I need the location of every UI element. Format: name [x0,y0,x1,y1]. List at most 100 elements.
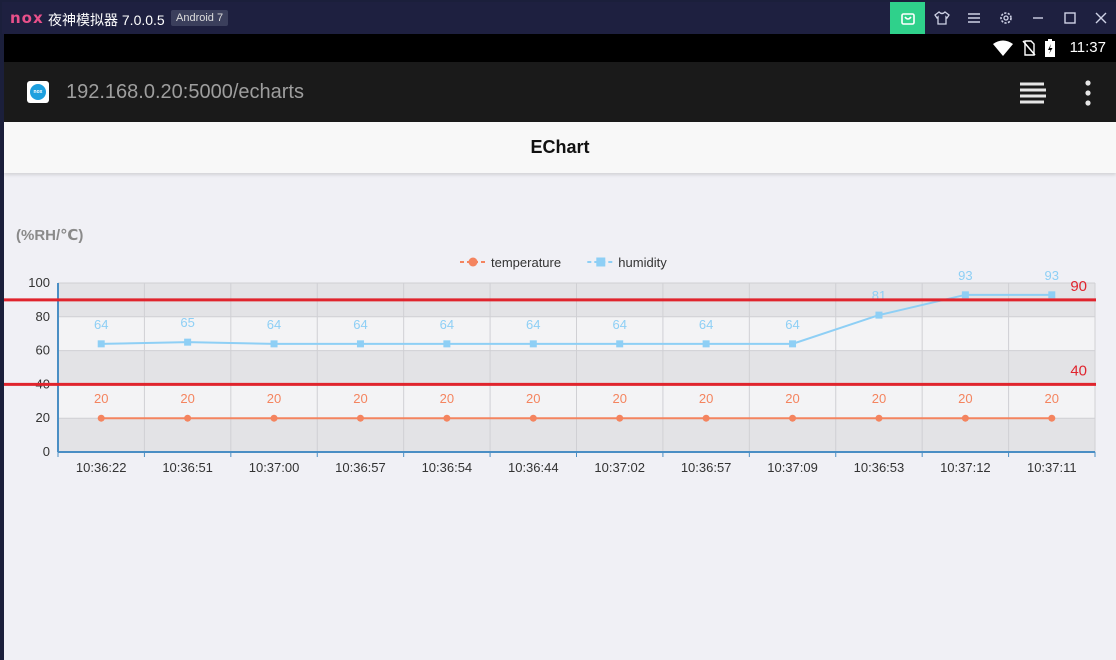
data-point-humidity [529,340,537,348]
nox-logo: nox [10,9,44,27]
shop-button[interactable] [890,2,925,34]
no-sim-icon [1022,40,1036,56]
data-point-humidity [1048,291,1056,299]
y-tick-label: 20 [36,410,50,425]
data-point-humidity [702,340,710,348]
data-point-humidity [789,340,797,348]
data-label-temperature: 20 [353,391,367,406]
data-point-humidity [97,340,105,348]
theme-button[interactable] [925,2,959,34]
close-icon [1095,12,1107,24]
legend-marker [468,257,478,267]
settings-button[interactable] [989,2,1023,34]
legend-label: temperature [491,255,561,270]
x-tick-label: 10:37:12 [940,460,991,475]
data-label-temperature: 20 [526,391,540,406]
y-tick-label: 0 [43,444,50,459]
data-label-humidity: 93 [958,268,972,283]
data-label-humidity: 93 [1045,268,1059,283]
menu-button[interactable] [957,2,991,34]
data-label-temperature: 20 [180,391,194,406]
data-point-temperature [616,414,624,422]
address-bar[interactable]: 192.168.0.20:5000/echarts [66,81,304,104]
data-label-humidity: 64 [94,317,108,332]
threshold-label: 40 [1070,362,1087,379]
data-label-temperature: 20 [958,391,972,406]
x-tick-label: 10:36:57 [681,460,732,475]
data-label-temperature: 20 [612,391,626,406]
data-label-humidity: 64 [785,317,799,332]
emulator-title-bar: nox 夜神模拟器 7.0.0.5 Android 7 [2,2,1116,34]
shirt-icon [934,11,950,25]
data-label-humidity: 64 [267,317,281,332]
data-label-temperature: 20 [94,391,108,406]
line-chart: 0 20 40 60 80 100 (%RH/℃) 10:36:22 10:36:51 10:37… [4,227,1096,475]
data-point-temperature [961,414,969,422]
legend-marker [596,257,606,267]
web-page: EChart 0 20 40 60 80 100 (%RH/℃) 10:36:22 10:36:… [4,122,1116,660]
battery-icon [1045,39,1055,57]
android-version-badge: Android 7 [171,10,229,26]
data-label-humidity: 64 [612,317,626,332]
data-label-humidity: 65 [180,315,194,330]
window-title: 夜神模拟器 7.0.0.5 [48,12,165,28]
tabs-icon[interactable] [1018,80,1048,106]
x-tick-label: 10:36:53 [854,460,905,475]
close-button[interactable] [1084,2,1116,34]
menu-icon [968,13,980,23]
data-point-temperature [1048,414,1056,422]
x-tick-label: 10:37:00 [249,460,300,475]
emulator-window: nox 夜神模拟器 7.0.0.5 Android 7 11:37 nox 19… [0,0,1116,660]
x-tick-label: 10:36:44 [508,460,559,475]
data-point-humidity [616,340,624,348]
data-point-temperature [529,414,537,422]
maximize-button[interactable] [1053,2,1087,34]
x-tick-label: 10:37:02 [594,460,645,475]
data-label-temperature: 20 [785,391,799,406]
x-tick-label: 10:37:09 [767,460,818,475]
data-label-humidity: 64 [353,317,367,332]
data-point-temperature [356,414,364,422]
gear-icon [1000,12,1012,24]
data-label-humidity: 64 [440,317,454,332]
data-point-humidity [875,311,883,319]
data-point-temperature [270,414,278,422]
status-clock: 11:37 [1069,39,1106,56]
data-point-temperature [97,414,105,422]
page-header: EChart [4,122,1116,173]
favicon-icon: nox [27,81,49,103]
data-label-humidity: 64 [699,317,713,332]
data-point-temperature [789,414,797,422]
maximize-icon [1064,12,1076,24]
data-point-humidity [443,340,451,348]
data-point-temperature [875,414,883,422]
y-tick-label: 80 [36,309,50,324]
data-point-humidity [270,340,278,348]
data-point-temperature [443,414,451,422]
y-tick-label: 60 [36,343,50,358]
minimize-button[interactable] [1021,2,1055,34]
minimize-icon [1033,17,1043,19]
x-tick-label: 10:36:22 [76,460,127,475]
x-tick-label: 10:36:51 [162,460,213,475]
data-label-temperature: 20 [440,391,454,406]
data-label-temperature: 20 [872,391,886,406]
data-label-temperature: 20 [267,391,281,406]
data-label-temperature: 20 [699,391,713,406]
data-point-humidity [961,291,969,299]
y-axis-name: (%RH/℃) [16,227,83,244]
x-tick-label: 10:37:11 [1027,460,1077,475]
x-tick-label: 10:36:54 [422,460,473,475]
data-point-temperature [702,414,710,422]
android-status-bar: 11:37 [4,34,1116,62]
data-point-temperature [184,414,192,422]
data-label-humidity: 64 [526,317,540,332]
data-point-humidity [356,340,364,348]
data-point-humidity [184,338,192,346]
y-tick-label: 100 [28,275,50,290]
wifi-icon [993,40,1013,56]
legend-label: humidity [618,255,667,270]
x-tick-label: 10:36:57 [335,460,386,475]
data-label-temperature: 20 [1045,391,1059,406]
overflow-menu-icon[interactable] [1082,80,1094,106]
